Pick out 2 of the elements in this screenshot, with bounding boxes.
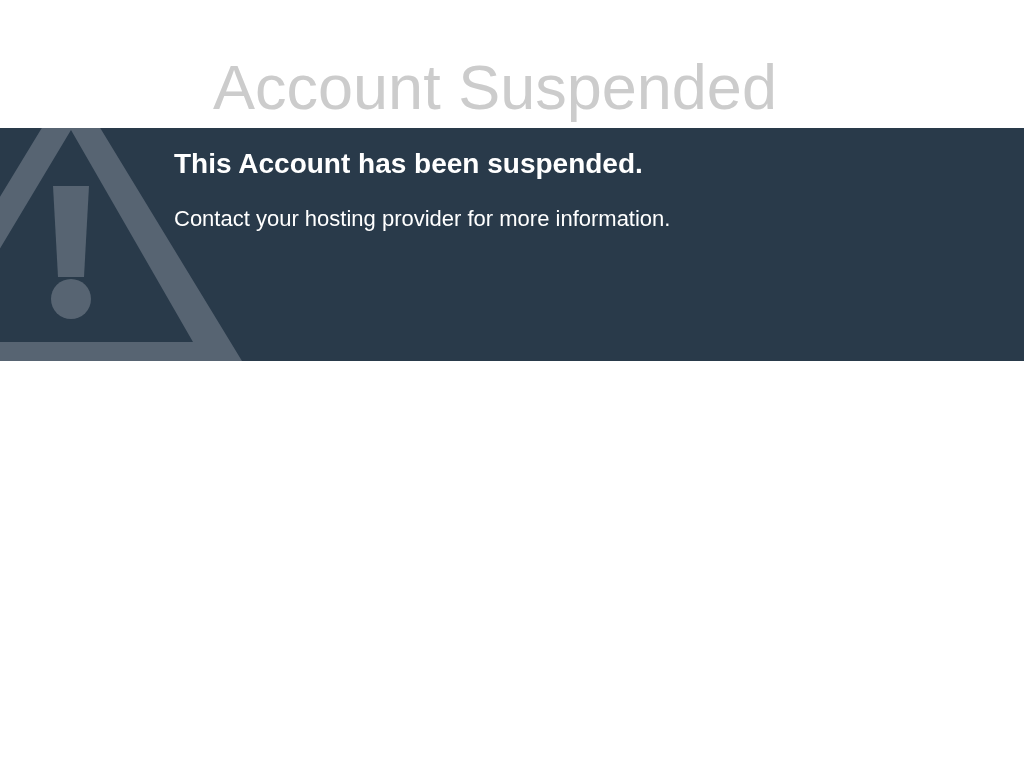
notice-message: Contact your hosting provider for more information. bbox=[174, 206, 671, 232]
notice-title: This Account has been suspended. bbox=[174, 148, 643, 180]
